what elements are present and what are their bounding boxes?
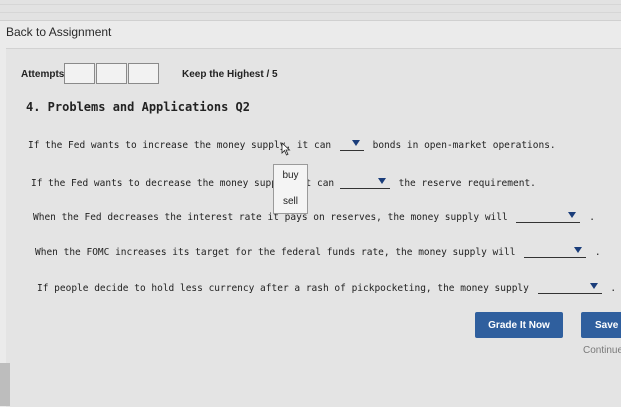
chevron-down-icon (377, 178, 386, 184)
attempt-box (96, 63, 127, 84)
attempts-boxes (64, 63, 160, 84)
back-to-assignment-link[interactable]: Back to Assignment (6, 25, 111, 39)
dropdown-option-buy[interactable]: buy (274, 170, 307, 181)
cursor-icon (281, 142, 291, 156)
question-row: When the FOMC increases its target for t… (35, 246, 601, 258)
answer-dropdown-1[interactable] (339, 139, 364, 151)
answer-dropdown-2[interactable] (339, 177, 390, 189)
top-bar-line (0, 12, 621, 13)
problem-title: 4. Problems and Applications Q2 (26, 100, 250, 114)
attempt-box (64, 63, 95, 84)
question-text: If people decide to hold less currency a… (37, 283, 529, 294)
scrollbar[interactable] (0, 363, 10, 406)
dropdown-option-sell[interactable]: sell (274, 196, 307, 207)
browser-top-bar (0, 0, 621, 21)
chevron-down-icon (574, 247, 583, 253)
question-text: . (589, 212, 595, 223)
chevron-down-icon (351, 140, 360, 146)
question-row: When the Fed decreases the interest rate… (33, 211, 595, 223)
answer-dropdown-5[interactable] (537, 282, 602, 294)
answer-dropdown-3[interactable] (516, 211, 581, 223)
question-text: When the Fed decreases the interest rate… (33, 212, 508, 223)
save-button[interactable]: Save (581, 312, 621, 338)
top-bar-line (0, 4, 621, 5)
answer-dropdown-4[interactable] (524, 246, 587, 258)
continue-link[interactable]: Continue (583, 345, 621, 356)
question-text: . (594, 247, 601, 258)
question-text: bonds in open-market operations. (372, 140, 556, 151)
question-text: . (610, 283, 617, 294)
dropdown-menu: buy sell (273, 164, 308, 214)
attempts-label: Attempts (21, 69, 65, 80)
question-text: When the FOMC increases its target for t… (35, 247, 516, 258)
attempt-box (128, 63, 159, 84)
chevron-down-icon (568, 212, 577, 218)
question-text: the reserve requirement. (398, 178, 536, 189)
question-row: If the Fed wants to increase the money s… (28, 139, 556, 151)
keep-highest-label: Keep the Highest / 5 (182, 69, 278, 80)
question-row: If people decide to hold less currency a… (37, 282, 616, 294)
grade-it-now-button[interactable]: Grade It Now (475, 312, 563, 338)
chevron-down-icon (589, 283, 598, 289)
